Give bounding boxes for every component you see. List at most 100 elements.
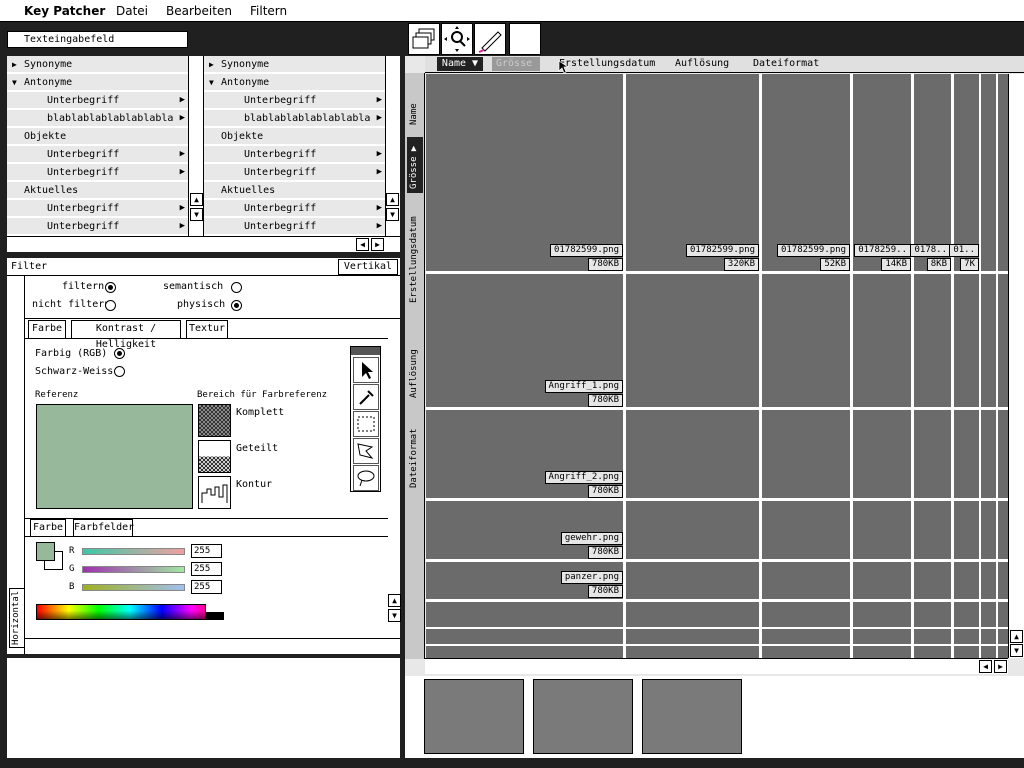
green-value-field[interactable]: 255 (191, 562, 222, 576)
tree-item[interactable]: Objekte (204, 128, 385, 145)
file-label[interactable]: 01782599.png (549, 244, 623, 257)
tree-item[interactable]: Unterbegriff ▶ (204, 146, 385, 163)
expand-icon[interactable]: ▶ (209, 56, 214, 73)
row-header-name[interactable]: Name (409, 103, 419, 125)
image-grid[interactable]: 01782599.png 780KB 01782599.png 320KB 01… (426, 74, 1008, 658)
thumbnail[interactable] (642, 679, 742, 754)
semantisch-radio[interactable] (231, 282, 242, 293)
submenu-arrow-icon[interactable]: ▶ (180, 92, 185, 109)
tree-item[interactable]: ▼ Antonyme (7, 74, 188, 91)
nicht-filtern-radio[interactable] (105, 300, 116, 311)
region-geteilt-icon[interactable] (198, 440, 231, 473)
tree-item[interactable]: Unterbegriff ▶ (7, 164, 188, 181)
collapse-icon[interactable]: ▼ (209, 74, 214, 91)
tab-farbe[interactable]: Farbe (28, 320, 66, 338)
scroll-left-icon[interactable]: ◀ (979, 660, 992, 673)
tree-item[interactable]: Aktuelles (204, 182, 385, 199)
tree-item[interactable]: ▶ Synonyme (7, 56, 188, 73)
collapse-icon[interactable]: ▼ (12, 74, 17, 91)
column-dateiformat[interactable]: Dateiformat (753, 57, 819, 71)
black-swatch[interactable] (205, 612, 224, 620)
physisch-radio[interactable] (231, 300, 242, 311)
scroll-up-icon[interactable]: ▲ (1010, 630, 1023, 643)
reference-color-swatch[interactable] (36, 404, 193, 509)
color-spectrum[interactable] (36, 604, 224, 620)
blue-slider[interactable] (82, 584, 185, 591)
column-erstellungsdatum[interactable]: Erstellungsdatum (559, 57, 655, 71)
scroll-left-icon[interactable]: ◀ (356, 238, 369, 251)
tree-item[interactable]: Unterbegriff ▶ (7, 146, 188, 163)
file-label[interactable]: gewehr.png (560, 532, 623, 545)
grid-hscrollbar[interactable]: ◀ ▶ (425, 658, 1008, 674)
scroll-right-icon[interactable]: ▶ (371, 238, 384, 251)
tree-item[interactable]: blablablablablablabla ▶ (7, 110, 188, 127)
row-header-erstellungsdatum[interactable]: Erstellungsdatum (409, 216, 419, 303)
file-label[interactable]: 0178.. (910, 244, 951, 257)
tree-item[interactable]: Objekte (7, 128, 188, 145)
scroll-down-icon[interactable]: ▼ (190, 208, 203, 221)
polygon-lasso-tool-icon[interactable] (353, 438, 379, 464)
foreground-color-swatch[interactable] (36, 542, 55, 561)
tree-item[interactable]: blablablablablablabla ▶ (204, 110, 385, 127)
scroll-down-icon[interactable]: ▼ (388, 609, 401, 622)
scroll-up-icon[interactable]: ▲ (388, 594, 401, 607)
red-slider[interactable] (82, 548, 185, 555)
expand-icon[interactable]: ▶ (12, 56, 17, 73)
submenu-arrow-icon[interactable]: ▶ (377, 164, 382, 181)
blue-value-field[interactable]: 255 (191, 580, 222, 594)
tree-left-scrollbar[interactable]: ▲ ▼ (188, 56, 204, 236)
file-label[interactable]: 01782599.png (685, 244, 759, 257)
tab-textur[interactable]: Textur (186, 320, 228, 338)
tab-farbfelder[interactable]: Farbfelder (73, 519, 134, 537)
vertical-button[interactable]: Vertikal (338, 259, 398, 275)
scroll-down-icon[interactable]: ▼ (386, 208, 399, 221)
submenu-arrow-icon[interactable]: ▶ (180, 164, 185, 181)
green-slider[interactable] (82, 566, 185, 573)
column-aufloesung[interactable]: Auflösung (675, 57, 729, 71)
zoom-icon[interactable] (441, 23, 473, 55)
red-value-field[interactable]: 255 (191, 544, 222, 558)
tree-item[interactable]: Unterbegriff ▶ (204, 218, 385, 235)
marquee-tool-icon[interactable] (353, 411, 379, 437)
notes-panel[interactable] (7, 658, 400, 758)
farbig-radio[interactable] (114, 348, 125, 359)
tree-item[interactable]: Aktuelles (7, 182, 188, 199)
tree-item[interactable]: ▼ Antonyme (204, 74, 385, 91)
region-komplett-icon[interactable] (198, 404, 231, 437)
tab-kontrast-helligkeit[interactable]: Kontrast / Helligkeit (71, 320, 181, 350)
row-header-groesse-button[interactable]: Grösse ▶ (407, 137, 423, 193)
column-name-button[interactable]: Name ▼ (437, 57, 483, 71)
submenu-arrow-icon[interactable]: ▶ (180, 110, 185, 127)
column-groesse[interactable]: Grösse (492, 57, 540, 71)
submenu-arrow-icon[interactable]: ▶ (180, 218, 185, 235)
arrow-tool-icon[interactable] (353, 357, 379, 383)
scroll-down-icon[interactable]: ▼ (1010, 644, 1023, 657)
tree-hscrollbar[interactable]: ◀ ▶ (7, 236, 400, 252)
tree-right-scrollbar[interactable]: ▲ ▼ (385, 56, 400, 236)
submenu-arrow-icon[interactable]: ▶ (180, 200, 185, 217)
file-label[interactable]: 0178259.. (854, 244, 911, 257)
windows-icon[interactable] (408, 23, 440, 55)
file-label[interactable]: 01782599.png (776, 244, 850, 257)
tree-item[interactable]: Unterbegriff ▶ (204, 164, 385, 181)
scroll-up-icon[interactable]: ▲ (386, 193, 399, 206)
menu-datei[interactable]: Datei (116, 4, 148, 18)
tree-item[interactable]: ▶ Synonyme (204, 56, 385, 73)
region-kontur-icon[interactable] (198, 476, 231, 509)
submenu-arrow-icon[interactable]: ▶ (377, 92, 382, 109)
tree-item[interactable]: Unterbegriff ▶ (7, 218, 188, 235)
white-swatch[interactable] (205, 604, 224, 612)
tree-item[interactable]: Unterbegriff ▶ (204, 200, 385, 217)
file-label[interactable]: 01.. (949, 244, 979, 257)
thumbnail[interactable] (533, 679, 633, 754)
grid-vscrollbar[interactable]: ▲ ▼ (1008, 74, 1024, 658)
file-label[interactable]: Angriff_2.png (544, 471, 623, 484)
text-input-field[interactable]: Texteingabefeld (7, 31, 188, 48)
horizontal-tab[interactable]: Horizontal (9, 588, 25, 648)
menu-bearbeiten[interactable]: Bearbeiten (166, 4, 232, 18)
tree-item[interactable]: Unterbegriff ▶ (7, 200, 188, 217)
menu-filtern[interactable]: Filtern (250, 4, 287, 18)
tab-color-farbe[interactable]: Farbe (30, 519, 66, 537)
eyedropper-tool-icon[interactable] (353, 384, 379, 410)
row-header-dateiformat[interactable]: Dateiformat (409, 428, 419, 488)
